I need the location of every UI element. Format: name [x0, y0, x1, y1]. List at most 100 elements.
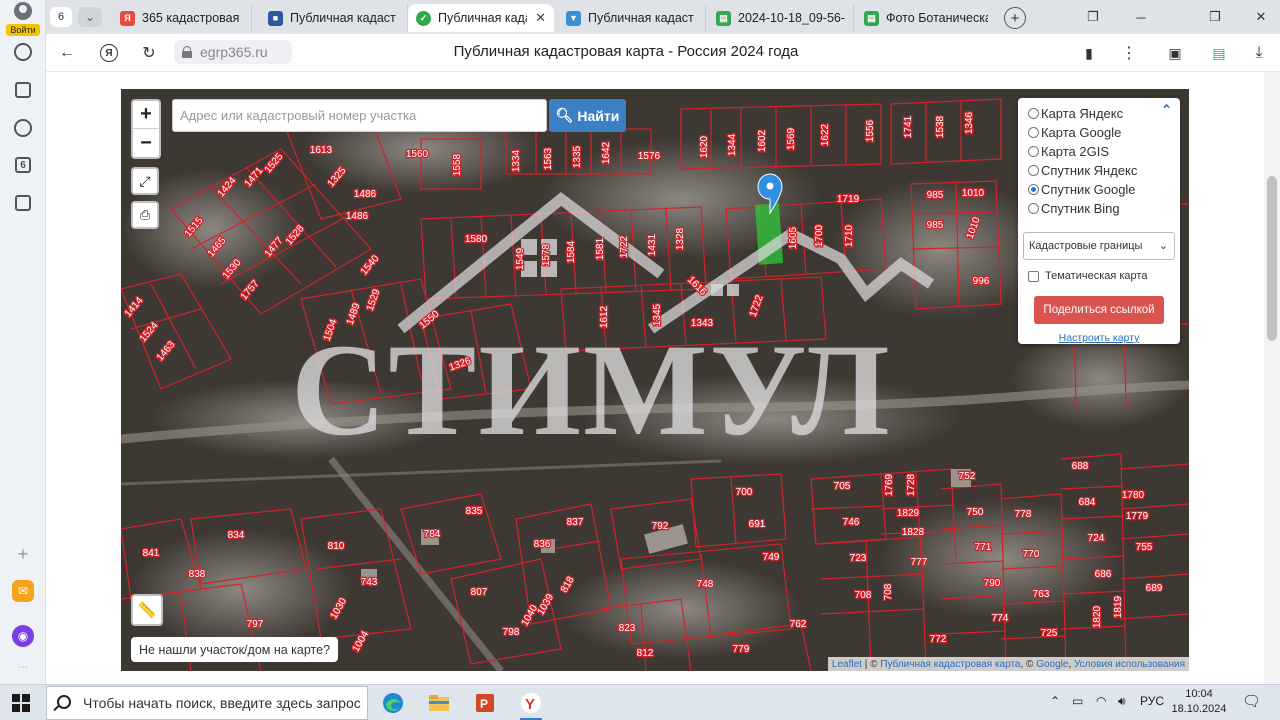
- tab-list-chevron-icon[interactable]: ⌄: [78, 7, 102, 27]
- parcel-label: 1486: [346, 211, 369, 222]
- network-icon[interactable]: ▭: [1072, 694, 1083, 708]
- search-button[interactable]: 🔍︎ Найти: [549, 99, 626, 132]
- tabs-overview-icon[interactable]: ❐: [1078, 6, 1108, 28]
- parcel-label: 755: [1136, 542, 1153, 553]
- tab-5[interactable]: ▤ Фото Ботаническая: [856, 4, 996, 32]
- ruler-icon[interactable]: 📏: [131, 594, 163, 626]
- parcel-label: 1334: [511, 149, 522, 172]
- zoom-control: + −: [131, 99, 161, 159]
- taskbar-search-placeholder: Чтобы начать поиск, введите здесь запрос: [83, 695, 361, 711]
- restore-button[interactable]: ❐: [1200, 6, 1230, 28]
- tabs-counter-icon[interactable]: 6: [12, 154, 34, 176]
- zoom-in-button[interactable]: +: [133, 101, 159, 130]
- share-link-button[interactable]: Поделиться ссылкой: [1034, 296, 1164, 324]
- leaflet-link[interactable]: Leaflet: [832, 659, 862, 670]
- user-icon: [14, 2, 32, 20]
- new-tab-button[interactable]: +: [1004, 7, 1026, 29]
- edge-icon[interactable]: [378, 689, 408, 717]
- tab-label: Публичная кадаст: [290, 11, 396, 25]
- download-icon[interactable]: ⤓: [1248, 42, 1270, 64]
- parcel-label: 985: [927, 220, 944, 231]
- bookmark-icon[interactable]: ▮: [1078, 42, 1100, 64]
- alice-icon[interactable]: ◉: [12, 625, 34, 647]
- parcel-label: 1710: [844, 224, 855, 247]
- more-icon[interactable]: ⋯: [12, 656, 34, 678]
- volume-icon[interactable]: 🔊︎: [1118, 694, 1126, 709]
- doc-icon: ▤: [864, 10, 879, 26]
- reload-icon[interactable]: ↻: [138, 42, 160, 64]
- layer-option-google-sat[interactable]: Спутник Google: [1028, 180, 1136, 198]
- yandex-home-icon[interactable]: Я: [100, 44, 118, 62]
- layer-option-2gis-map[interactable]: Карта 2GIS: [1028, 142, 1109, 160]
- powerpoint-icon[interactable]: P: [470, 689, 500, 717]
- notifications-icon[interactable]: 🗨︎: [1242, 692, 1261, 710]
- file-explorer-icon[interactable]: [424, 689, 454, 717]
- close-icon[interactable]: ✕: [535, 10, 546, 26]
- address-bar[interactable]: egrp365.ru: [174, 40, 292, 64]
- zoom-out-button[interactable]: −: [133, 129, 159, 157]
- not-found-button[interactable]: Не нашли участок/дом на карте?: [131, 637, 339, 662]
- layer-option-yandex-sat[interactable]: Спутник Яндекс: [1028, 161, 1137, 179]
- collapse-chevron-icon[interactable]: ⌃: [1161, 102, 1172, 118]
- parcel-label: 708: [883, 583, 894, 600]
- wifi-icon[interactable]: ◠: [1096, 694, 1106, 708]
- parcel-label: 1345: [652, 303, 663, 326]
- tab-2-active[interactable]: ✓ Публичная кадас ✕: [408, 4, 554, 32]
- tab-0[interactable]: Я 365 кадастровая к: [112, 4, 252, 32]
- layer-label: Карта Google: [1041, 124, 1122, 140]
- add-panel-icon[interactable]: +: [12, 543, 34, 565]
- parcel-label: 1344: [727, 133, 738, 156]
- layer-option-bing-sat[interactable]: Спутник Bing: [1028, 199, 1120, 217]
- parcel-label: 778: [1015, 509, 1032, 520]
- search-input[interactable]: Адрес или кадастровый номер участка: [172, 99, 547, 132]
- parcel-label: 777: [911, 557, 928, 568]
- parcel-label: 985: [927, 190, 944, 201]
- parcel-label: 1828: [902, 527, 925, 538]
- back-arrow-icon[interactable]: ←: [56, 42, 78, 64]
- tab-4[interactable]: ▤ 2024-10-18_09-56-: [708, 4, 854, 32]
- tab-1[interactable]: ■ Публичная кадаст: [260, 4, 408, 32]
- history-icon[interactable]: [12, 41, 34, 63]
- minimize-button[interactable]: ─: [1126, 6, 1156, 28]
- reader-icon[interactable]: ▣: [1164, 42, 1186, 64]
- collections-icon[interactable]: [12, 79, 34, 101]
- parcel-label: 1602: [757, 129, 768, 152]
- parcel-label: 771: [975, 542, 992, 553]
- radio-icon: [1028, 145, 1039, 157]
- pkk-link[interactable]: Публичная кадастровая карта: [880, 659, 1020, 670]
- parcel-label: 763: [1033, 589, 1050, 600]
- cadastral-map[interactable]: СТИМУЛ 1613 1560 1558 1334 1563 1335 1642 1576 1…: [121, 89, 1189, 671]
- mail-icon[interactable]: ✉: [12, 580, 34, 602]
- tab-count-badge[interactable]: 6: [50, 7, 72, 27]
- extension-icon[interactable]: ▤: [1208, 42, 1230, 64]
- boundaries-select[interactable]: Кадастровые границы ⌄: [1023, 232, 1175, 260]
- print-icon[interactable]: ⎙: [131, 201, 159, 229]
- screenshot-icon[interactable]: [12, 192, 34, 214]
- fullscreen-icon[interactable]: ⤢: [131, 167, 159, 195]
- close-window-button[interactable]: ✕: [1246, 6, 1276, 28]
- terms-link[interactable]: Условия использования: [1074, 659, 1185, 670]
- yandex-browser-icon[interactable]: Y: [516, 689, 546, 720]
- taskbar-search-input[interactable]: Чтобы начать поиск, введите здесь запрос: [46, 686, 368, 720]
- google-link[interactable]: Google: [1036, 659, 1068, 670]
- parcel-label: 1584: [566, 240, 577, 263]
- video-icon[interactable]: [12, 117, 34, 139]
- login-button[interactable]: Войти: [4, 2, 42, 36]
- parcel-label: 834: [228, 530, 245, 541]
- radio-selected-icon: [1028, 183, 1039, 195]
- page-scrollbar[interactable]: [1264, 72, 1280, 684]
- setup-map-link[interactable]: Настроить карту: [1018, 332, 1180, 344]
- taskbar-clock[interactable]: 10:04 18.10.2024: [1160, 687, 1238, 717]
- layer-option-yandex-map[interactable]: Карта Яндекс: [1028, 104, 1123, 122]
- search-icon: 🔍︎: [555, 107, 574, 123]
- parcel-label: 1819: [1113, 595, 1124, 618]
- parcel-label: 749: [763, 552, 780, 563]
- scrollbar-thumb[interactable]: [1267, 176, 1277, 341]
- tab-3[interactable]: ▼ Публичная кадаст: [558, 4, 706, 32]
- menu-dots-icon[interactable]: ⋮: [1118, 42, 1140, 64]
- windows-start-icon[interactable]: [12, 694, 30, 712]
- layer-option-google-map[interactable]: Карта Google: [1028, 123, 1121, 141]
- thematic-map-checkbox[interactable]: Тематическая карта: [1028, 270, 1147, 282]
- tray-chevron-icon[interactable]: ⌃: [1050, 694, 1060, 708]
- search-icon: [57, 695, 71, 709]
